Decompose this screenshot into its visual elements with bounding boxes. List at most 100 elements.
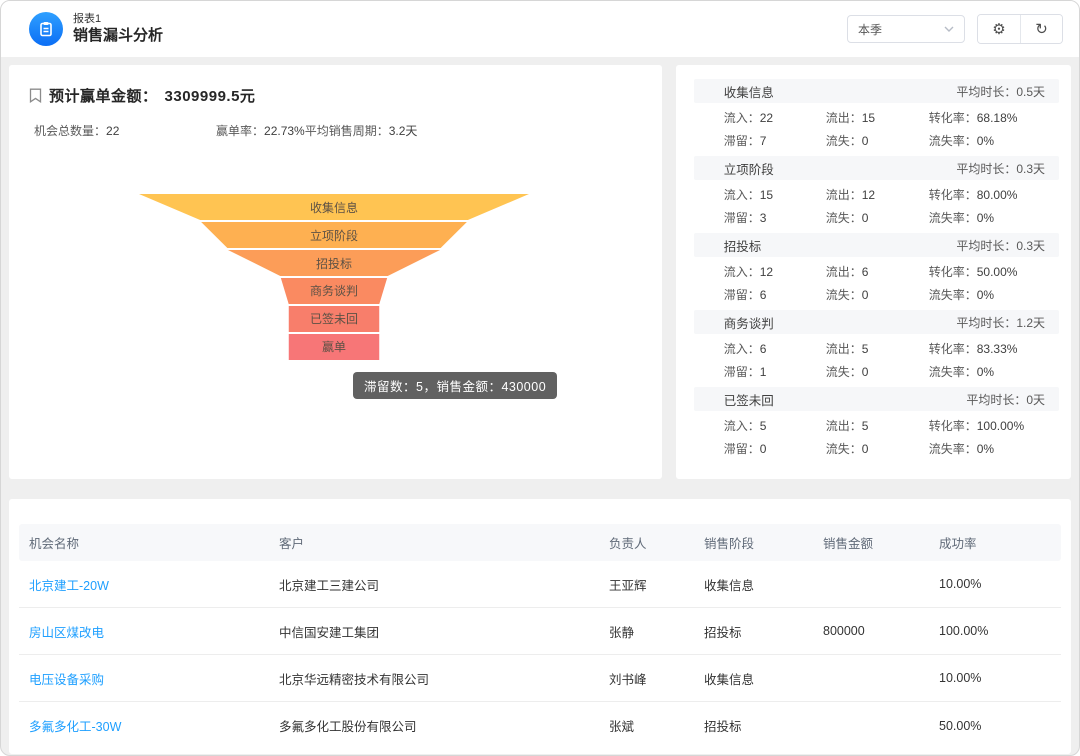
- metric-value: 5: [760, 419, 767, 433]
- metric-value: 0%: [977, 442, 994, 456]
- metric-value: 0: [862, 134, 869, 148]
- metric-value: 0%: [977, 134, 994, 148]
- stage-metric: 流失：0: [826, 361, 929, 384]
- funnel-segment-label: 立项阶段: [310, 227, 358, 244]
- metric-label: 转化率：: [929, 111, 977, 125]
- metric-label: 流入：: [724, 188, 760, 202]
- metric-value: 3: [760, 211, 767, 225]
- stage-section: 招投标 平均时长：0.3天 流入：12 流出：6 转化率：50.00% 滞留：6: [694, 233, 1059, 307]
- opportunity-name-link[interactable]: 北京建工-20W: [29, 575, 279, 594]
- stage-section: 商务谈判 平均时长：1.2天 流入：6 流出：5 转化率：83.33% 滞留：1: [694, 310, 1059, 384]
- stage-metric: 流失率：0%: [929, 361, 1059, 384]
- funnel-segment[interactable]: 商务谈判: [139, 278, 529, 304]
- stage-metrics: 流入：6 流出：5 转化率：83.33% 滞留：1 流失：0 流失率：0%: [694, 338, 1059, 384]
- metric-label: 流出：: [826, 265, 862, 279]
- stage-metric: 流入：6: [724, 338, 826, 361]
- rate-cell: 100.00%: [939, 624, 1061, 638]
- app-header: 报表1 销售漏斗分析 本季 ⚙ ↻: [1, 1, 1079, 57]
- customer-cell: 中信国安建工集团: [279, 622, 609, 641]
- metric-value: 22: [760, 111, 773, 125]
- metric-label: 转化率：: [929, 188, 977, 202]
- metric-value: 6: [862, 265, 869, 279]
- metric-value: 5: [862, 342, 869, 356]
- chevron-down-icon: [944, 26, 954, 32]
- refresh-button[interactable]: ↻: [1020, 15, 1062, 43]
- header-right: 本季 ⚙ ↻: [847, 14, 1063, 44]
- stage-section: 已签未回 平均时长：0天 流入：5 流出：5 转化率：100.00% 滞留：0: [694, 387, 1059, 461]
- table-column-header: 成功率: [939, 533, 1061, 552]
- funnel-segment[interactable]: 已签未回: [139, 306, 529, 332]
- stage-metric: 转化率：100.00%: [929, 415, 1059, 438]
- table-row: 北京建工-20W 北京建工三建公司 王亚辉 收集信息 10.00%: [19, 561, 1061, 608]
- funnel-segment[interactable]: 招投标: [139, 250, 529, 276]
- stage-metrics: 流入：5 流出：5 转化率：100.00% 滞留：0 流失：0 流失率：0%: [694, 415, 1059, 461]
- stage-metrics: 流入：12 流出：6 转化率：50.00% 滞留：6 流失：0 流失率：0%: [694, 261, 1059, 307]
- opportunity-name-link[interactable]: 电压设备采购: [29, 669, 279, 688]
- owner-cell: 张斌: [609, 716, 704, 735]
- stage-details-panel: 收集信息 平均时长：0.5天 流入：22 流出：15 转化率：68.18% 滞留…: [676, 65, 1071, 479]
- metric-label: 流失率：: [929, 288, 977, 302]
- stage-cell: 收集信息: [704, 669, 823, 688]
- stage-metrics: 流入：15 流出：12 转化率：80.00% 滞留：3 流失：0 流失率：0%: [694, 184, 1059, 230]
- stage-avg-duration: 平均时长：0.3天: [956, 160, 1045, 177]
- metric-label: 流出：: [826, 111, 862, 125]
- table-row: 多氟多化工-30W 多氟多化工股份有限公司 张斌 招投标 50.00%: [19, 702, 1061, 749]
- metric-value: 0%: [977, 211, 994, 225]
- stage-metric: 流出：5: [826, 338, 929, 361]
- metric-label: 转化率：: [929, 342, 977, 356]
- stage-name: 收集信息: [724, 82, 774, 101]
- metric-label: 流失率：: [929, 134, 977, 148]
- header-button-group: ⚙ ↻: [977, 14, 1063, 44]
- funnel-segment[interactable]: 立项阶段: [139, 222, 529, 248]
- stage-metric: 流入：12: [724, 261, 826, 284]
- stage-metric: 流失率：0%: [929, 284, 1059, 307]
- rate-cell: 10.00%: [939, 577, 1061, 591]
- stage-metric: 滞留：6: [724, 284, 826, 307]
- stage-metric: 流失率：0%: [929, 438, 1059, 461]
- metric-value: 12: [862, 188, 875, 202]
- gear-icon: ⚙: [992, 20, 1005, 38]
- stage-section-header: 收集信息 平均时长：0.5天: [694, 79, 1059, 103]
- metric-label: 流失：: [826, 442, 862, 456]
- stage-metric: 滞留：0: [724, 438, 826, 461]
- stat-value: 22.73%: [264, 124, 305, 138]
- metric-value: 50.00%: [977, 265, 1018, 279]
- clipboard-icon: [38, 21, 54, 37]
- metric-label: 流失：: [826, 288, 862, 302]
- owner-cell: 王亚辉: [609, 575, 704, 594]
- funnel-segment-label: 已签未回: [310, 310, 358, 327]
- metric-value: 0: [862, 442, 869, 456]
- customer-cell: 北京建工三建公司: [279, 575, 609, 594]
- stat-item: 平均销售周期：3.2天: [305, 122, 418, 139]
- settings-button[interactable]: ⚙: [978, 15, 1020, 43]
- stat-item: 机会总数量：22: [34, 122, 216, 139]
- stat-label: 赢单率：: [216, 124, 264, 138]
- owner-cell: 刘书峰: [609, 669, 704, 688]
- stage-metric: 转化率：50.00%: [929, 261, 1059, 284]
- metric-value: 68.18%: [977, 111, 1018, 125]
- opportunity-table-card: 机会名称 客户 负责人 销售阶段 销售金额 成功率 北京建工-20W 北京建工三…: [9, 499, 1071, 754]
- stage-avg-duration: 平均时长：0.5天: [956, 83, 1045, 100]
- opportunity-name-link[interactable]: 多氟多化工-30W: [29, 716, 279, 735]
- metric-label: 流出：: [826, 419, 862, 433]
- funnel-chart: 收集信息 立项阶段 招投标 商务谈判 已签未回: [139, 194, 529, 360]
- metric-label: 转化率：: [929, 265, 977, 279]
- table-column-header: 销售阶段: [704, 533, 823, 552]
- funnel-segment[interactable]: 收集信息: [139, 194, 529, 220]
- stage-cell: 收集信息: [704, 575, 823, 594]
- stage-metric: 滞留：3: [724, 207, 826, 230]
- owner-cell: 张静: [609, 622, 704, 641]
- period-select[interactable]: 本季: [847, 15, 965, 43]
- stage-metric: 滞留：1: [724, 361, 826, 384]
- opportunity-name-link[interactable]: 房山区煤改电: [29, 622, 279, 641]
- metric-label: 转化率：: [929, 419, 977, 433]
- metric-label: 流失：: [826, 211, 862, 225]
- stage-metric: 流失率：0%: [929, 207, 1059, 230]
- metric-value: 83.33%: [977, 342, 1018, 356]
- stage-cell: 招投标: [704, 622, 823, 641]
- table-header-row: 机会名称 客户 负责人 销售阶段 销售金额 成功率: [19, 524, 1061, 561]
- stage-avg-duration: 平均时长：1.2天: [956, 314, 1045, 331]
- metric-label: 流失率：: [929, 442, 977, 456]
- funnel-segment[interactable]: 赢单: [139, 334, 529, 360]
- metric-value: 7: [760, 134, 767, 148]
